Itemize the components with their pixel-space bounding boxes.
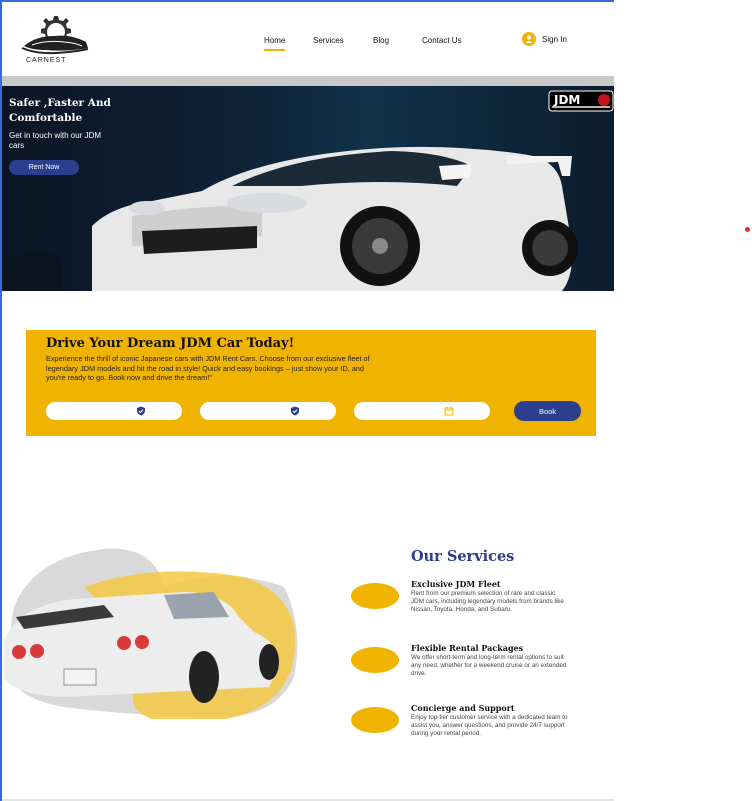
dropoff-field[interactable] <box>200 402 336 420</box>
date-field[interactable] <box>354 402 490 420</box>
book-button[interactable]: Book <box>514 401 581 421</box>
nav-contact-us[interactable]: Contact Us <box>422 36 462 45</box>
sign-in-label: Sign In <box>542 34 567 44</box>
service-bullet <box>351 583 399 609</box>
header: CARNEST Home Services Blog Contact Us Si… <box>2 2 614 76</box>
service-description: We offer short-term and long-term rental… <box>411 654 567 677</box>
hero-title: Safer ,Faster And Comfortable <box>9 97 111 124</box>
hero-subtitle: Get in touch with our JDM cars <box>9 131 102 150</box>
brand-name: CARNEST <box>26 57 67 64</box>
nav-blog[interactable]: Blog <box>373 36 389 45</box>
jdm-logo-text: JDM <box>553 93 580 107</box>
pickup-field[interactable] <box>46 402 182 420</box>
service-title: Exclusive JDM Fleet <box>411 579 501 589</box>
service-bullet <box>351 647 399 673</box>
nav-services[interactable]: Services <box>313 36 344 45</box>
page: CARNEST Home Services Blog Contact Us Si… <box>0 0 614 801</box>
service-description: Enjoy top-tier customer service with a d… <box>411 714 568 737</box>
services-car-illustration <box>4 548 298 719</box>
nav-home[interactable]: Home <box>264 36 286 51</box>
user-icon <box>522 32 536 46</box>
service-bullet <box>351 707 399 733</box>
service-title: Concierge and Support <box>411 703 515 713</box>
jdm-logo: JDM <box>548 90 614 112</box>
calendar-icon <box>444 407 454 416</box>
rent-now-button[interactable]: Rent Now <box>9 160 79 175</box>
booking-title: Drive Your Dream JDM Car Today! <box>46 336 295 351</box>
service-title: Flexible Rental Packages <box>411 643 524 653</box>
booking-panel: Drive Your Dream JDM Car Today! Experien… <box>26 330 596 436</box>
services-title: Our Services <box>411 548 515 565</box>
booking-description: Experience the thrill of iconic Japanese… <box>46 354 370 382</box>
cursor-dot <box>745 227 750 232</box>
hero-banner: Safer ,Faster And Comfortable Get in tou… <box>2 86 614 291</box>
divider-band <box>2 76 614 86</box>
service-description: Rent from our premium selection of rare … <box>411 590 564 613</box>
shield-check-icon <box>291 406 299 416</box>
sign-in-button[interactable]: Sign In <box>522 32 567 46</box>
shield-check-icon <box>137 406 145 416</box>
